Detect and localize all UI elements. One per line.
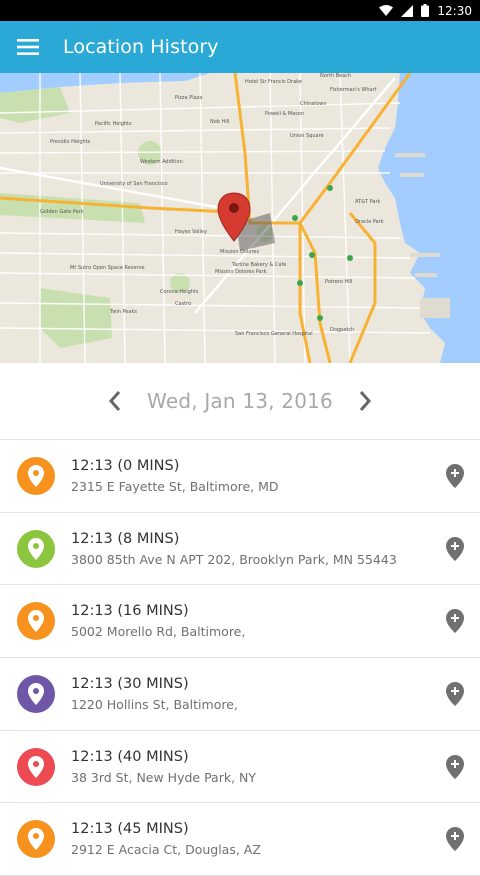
- map-label: Oracle Park: [355, 219, 384, 225]
- location-pin-icon: [28, 828, 44, 851]
- location-pin-icon: [28, 755, 44, 778]
- date-navigator: Wed, Jan 13, 2016: [0, 363, 480, 440]
- map-label: Potrero Hill: [325, 279, 352, 285]
- visit-time: 12:13 (40 MINS): [71, 748, 189, 765]
- visit-address: 1220 Hollins St, Baltimore,: [71, 696, 238, 712]
- location-list: 12:13 (0 MINS) 2315 E Fayette St, Baltim…: [0, 440, 480, 876]
- location-pin-icon: [28, 537, 44, 560]
- map-label: Hayes Valley: [175, 229, 207, 235]
- hamburger-menu-icon: [17, 39, 39, 55]
- visit-time: 12:13 (45 MINS): [71, 821, 189, 838]
- map-label: Castro: [175, 301, 191, 307]
- location-pin-icon: [28, 682, 44, 705]
- map-label: Mt Sutro Open Space Reserve: [70, 265, 145, 271]
- add-location-icon: [446, 463, 464, 488]
- add-place-button[interactable]: [444, 827, 466, 852]
- location-badge: [17, 674, 55, 713]
- map-label: Fisherman's Wharf: [330, 87, 377, 93]
- add-place-button[interactable]: [444, 463, 466, 488]
- list-item[interactable]: 12:13 (40 MINS) 38 3rd St, New Hyde Park…: [0, 730, 480, 804]
- map-label: North Beach: [320, 73, 351, 79]
- location-badge: [17, 456, 55, 495]
- location-pin-icon: [28, 464, 44, 487]
- wifi-icon: [379, 4, 394, 16]
- visit-address: 2315 E Fayette St, Baltimore, MD: [71, 478, 279, 494]
- map-label: Union Square: [290, 133, 324, 139]
- location-map[interactable]: Hotel Sir Francis Drake Pizza Plaza Fish…: [0, 73, 480, 363]
- add-location-icon: [446, 827, 464, 852]
- map-label: Mission Dolores Park: [215, 269, 267, 275]
- status-time: 12:30: [437, 3, 472, 18]
- map-label: Chinatown: [300, 101, 327, 107]
- add-location-icon: [446, 754, 464, 779]
- menu-button[interactable]: [2, 21, 54, 73]
- add-place-button[interactable]: [444, 536, 466, 561]
- map-label: Twin Peaks: [109, 309, 137, 315]
- map-label: AT&T Park: [355, 199, 381, 205]
- add-place-button[interactable]: [444, 754, 466, 779]
- chevron-left-icon: [109, 391, 121, 411]
- app-bar: Location History: [0, 21, 480, 73]
- location-badge: [17, 529, 55, 568]
- visit-address: 5002 Morello Rd, Baltimore,: [71, 624, 246, 640]
- cell-signal-icon: [401, 4, 414, 17]
- location-pin-icon: [28, 610, 44, 633]
- location-badge: [17, 747, 55, 786]
- visit-address: 3800 85th Ave N APT 202, Brooklyn Park, …: [71, 551, 397, 567]
- map-label: Tartine Bakery & Cafe: [231, 262, 286, 268]
- visit-address: 2912 E Acacia Ct, Douglas, AZ: [71, 842, 261, 858]
- map-label: Mission Dolores: [220, 249, 259, 255]
- visit-time: 12:13 (30 MINS): [71, 675, 189, 692]
- map-label: Dogpatch: [330, 327, 354, 333]
- add-location-icon: [446, 681, 464, 706]
- map-label: Hotel Sir Francis Drake: [245, 79, 302, 85]
- list-item[interactable]: 12:13 (8 MINS) 3800 85th Ave N APT 202, …: [0, 512, 480, 586]
- list-item[interactable]: 12:13 (30 MINS) 1220 Hollins St, Baltimo…: [0, 658, 480, 731]
- map-label: Western Addition: [140, 159, 183, 165]
- map-label: Powell & Mason: [265, 111, 304, 117]
- add-location-icon: [446, 536, 464, 561]
- map-label: Corona Heights: [160, 289, 199, 295]
- list-item[interactable]: 12:13 (45 MINS) 2912 E Acacia Ct, Dougla…: [0, 803, 480, 876]
- list-item[interactable]: 12:13 (0 MINS) 2315 E Fayette St, Baltim…: [0, 440, 480, 513]
- visit-address: 38 3rd St, New Hyde Park, NY: [71, 769, 257, 785]
- battery-icon: [421, 4, 430, 17]
- location-badge: [17, 602, 55, 641]
- visit-time: 12:13 (16 MINS): [71, 603, 189, 620]
- map-label: Golden Gate Park: [40, 209, 84, 215]
- map-label: University of San Francisco: [100, 181, 168, 187]
- status-bar: 12:30: [0, 0, 480, 21]
- location-badge: [17, 820, 55, 859]
- add-place-button[interactable]: [444, 681, 466, 706]
- previous-day-button[interactable]: [95, 381, 135, 421]
- chevron-right-icon: [359, 391, 371, 411]
- selected-date: Wed, Jan 13, 2016: [147, 389, 333, 413]
- add-location-icon: [446, 609, 464, 634]
- map-label: Pizza Plaza: [175, 95, 202, 101]
- visit-time: 12:13 (0 MINS): [71, 457, 180, 474]
- list-item[interactable]: 12:13 (16 MINS) 5002 Morello Rd, Baltimo…: [0, 585, 480, 659]
- map-label: San Francisco General Hospital: [235, 331, 313, 337]
- add-place-button[interactable]: [444, 609, 466, 634]
- visit-time: 12:13 (8 MINS): [71, 530, 180, 547]
- map-label: Pacific Heights: [95, 121, 132, 127]
- next-day-button[interactable]: [345, 381, 385, 421]
- map-label: Presidio Heights: [50, 139, 91, 145]
- page-title: Location History: [63, 36, 219, 58]
- map-label: Nob Hill: [210, 119, 230, 125]
